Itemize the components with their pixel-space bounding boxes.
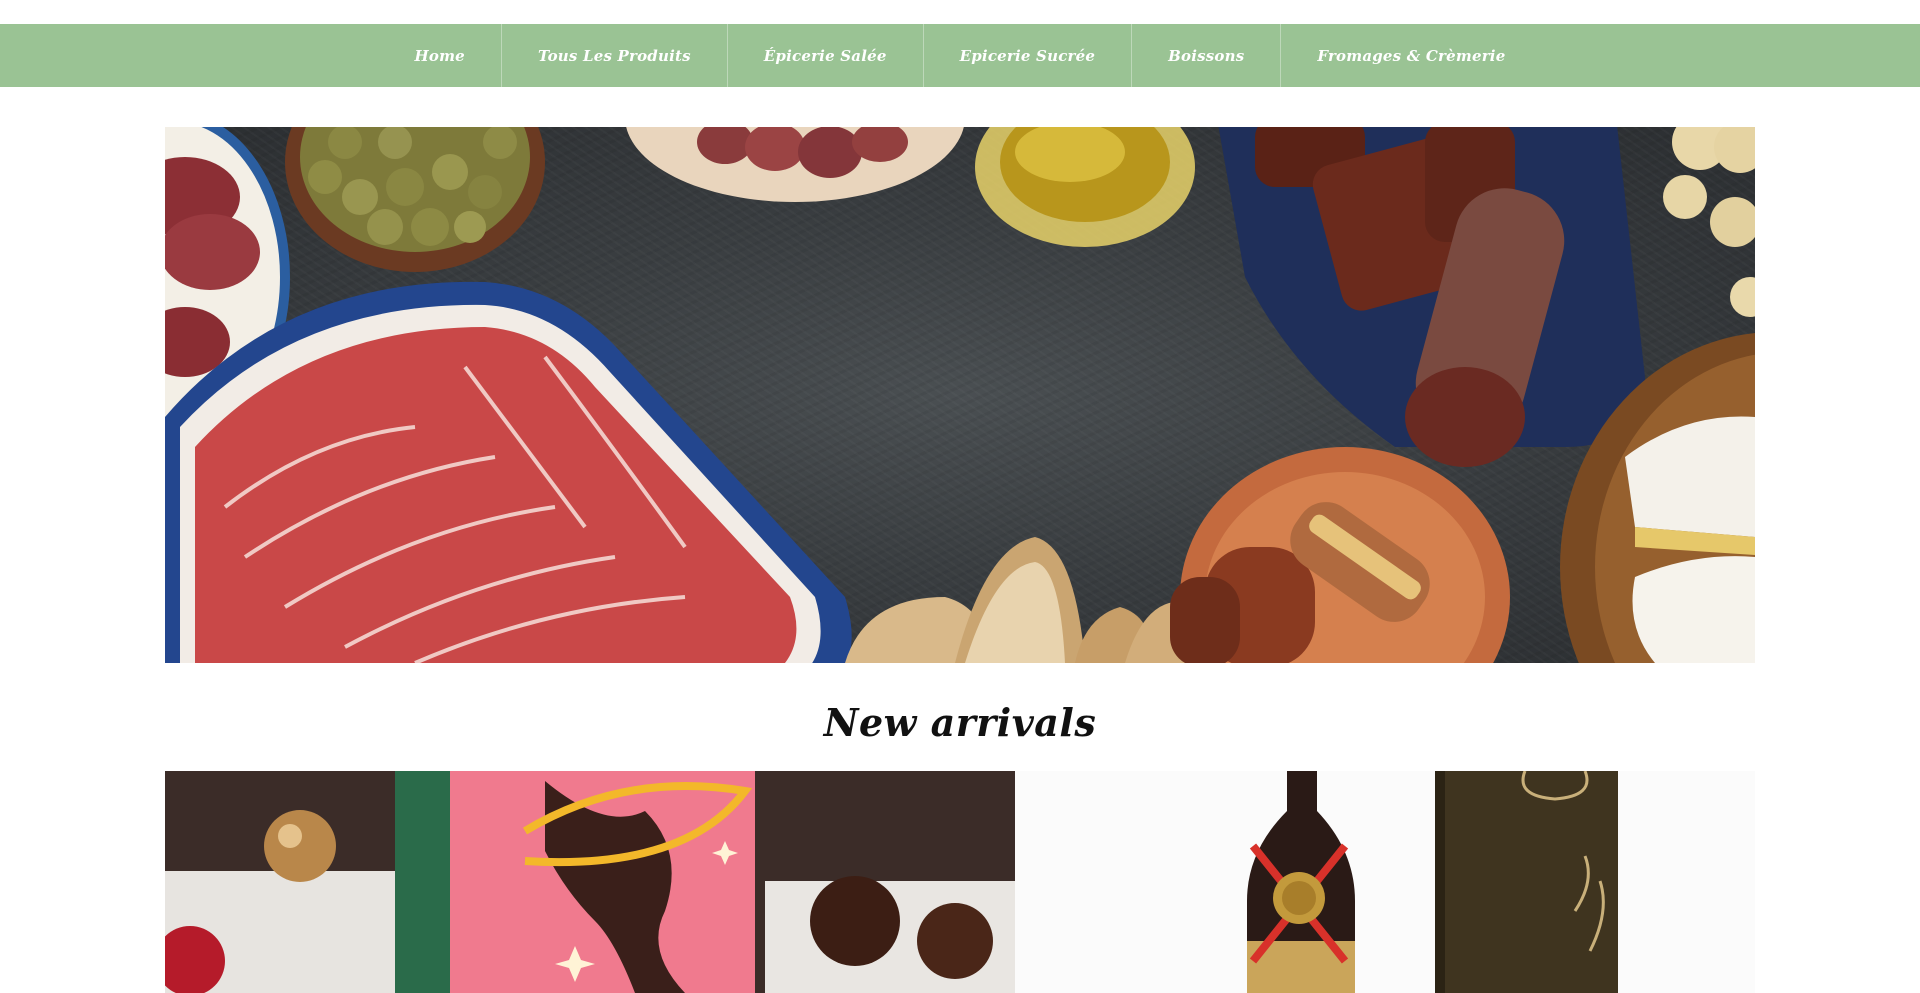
sausage-plate-top [626,127,964,202]
hero-banner-image [165,127,1755,663]
cured-meat-tray [1218,127,1645,467]
nav-item-tous-les-produits[interactable]: Tous Les Produits [502,24,728,87]
charcuterie-illustration [165,127,1755,663]
bread-slices [845,537,1211,663]
chorizo-plate [1170,447,1510,663]
wine-bottle-gift-box-image [1015,771,1755,993]
section-title-new-arrivals: New arrivals [823,700,1097,745]
product-card-wine[interactable] [1015,771,1755,993]
nav-item-fromages-cremerie[interactable]: Fromages & Crèmerie [1281,24,1541,87]
cheese-puffs [1663,127,1755,317]
nav-item-boissons[interactable]: Boissons [1132,24,1282,87]
main-navigation: Home Tous Les Produits Épicerie Salée Ep… [0,24,1920,87]
nav-item-epicerie-sucree[interactable]: Epicerie Sucrée [924,24,1133,87]
olive-bowl [285,127,545,272]
jamon-plate [165,281,852,663]
chocolate-bag-product-image [165,771,1015,993]
olive-oil-bowl [975,127,1195,247]
product-card-chocolate[interactable] [165,771,1015,993]
nav-item-epicerie-salee[interactable]: Épicerie Salée [728,24,924,87]
nav-item-home[interactable]: Home [379,24,502,87]
